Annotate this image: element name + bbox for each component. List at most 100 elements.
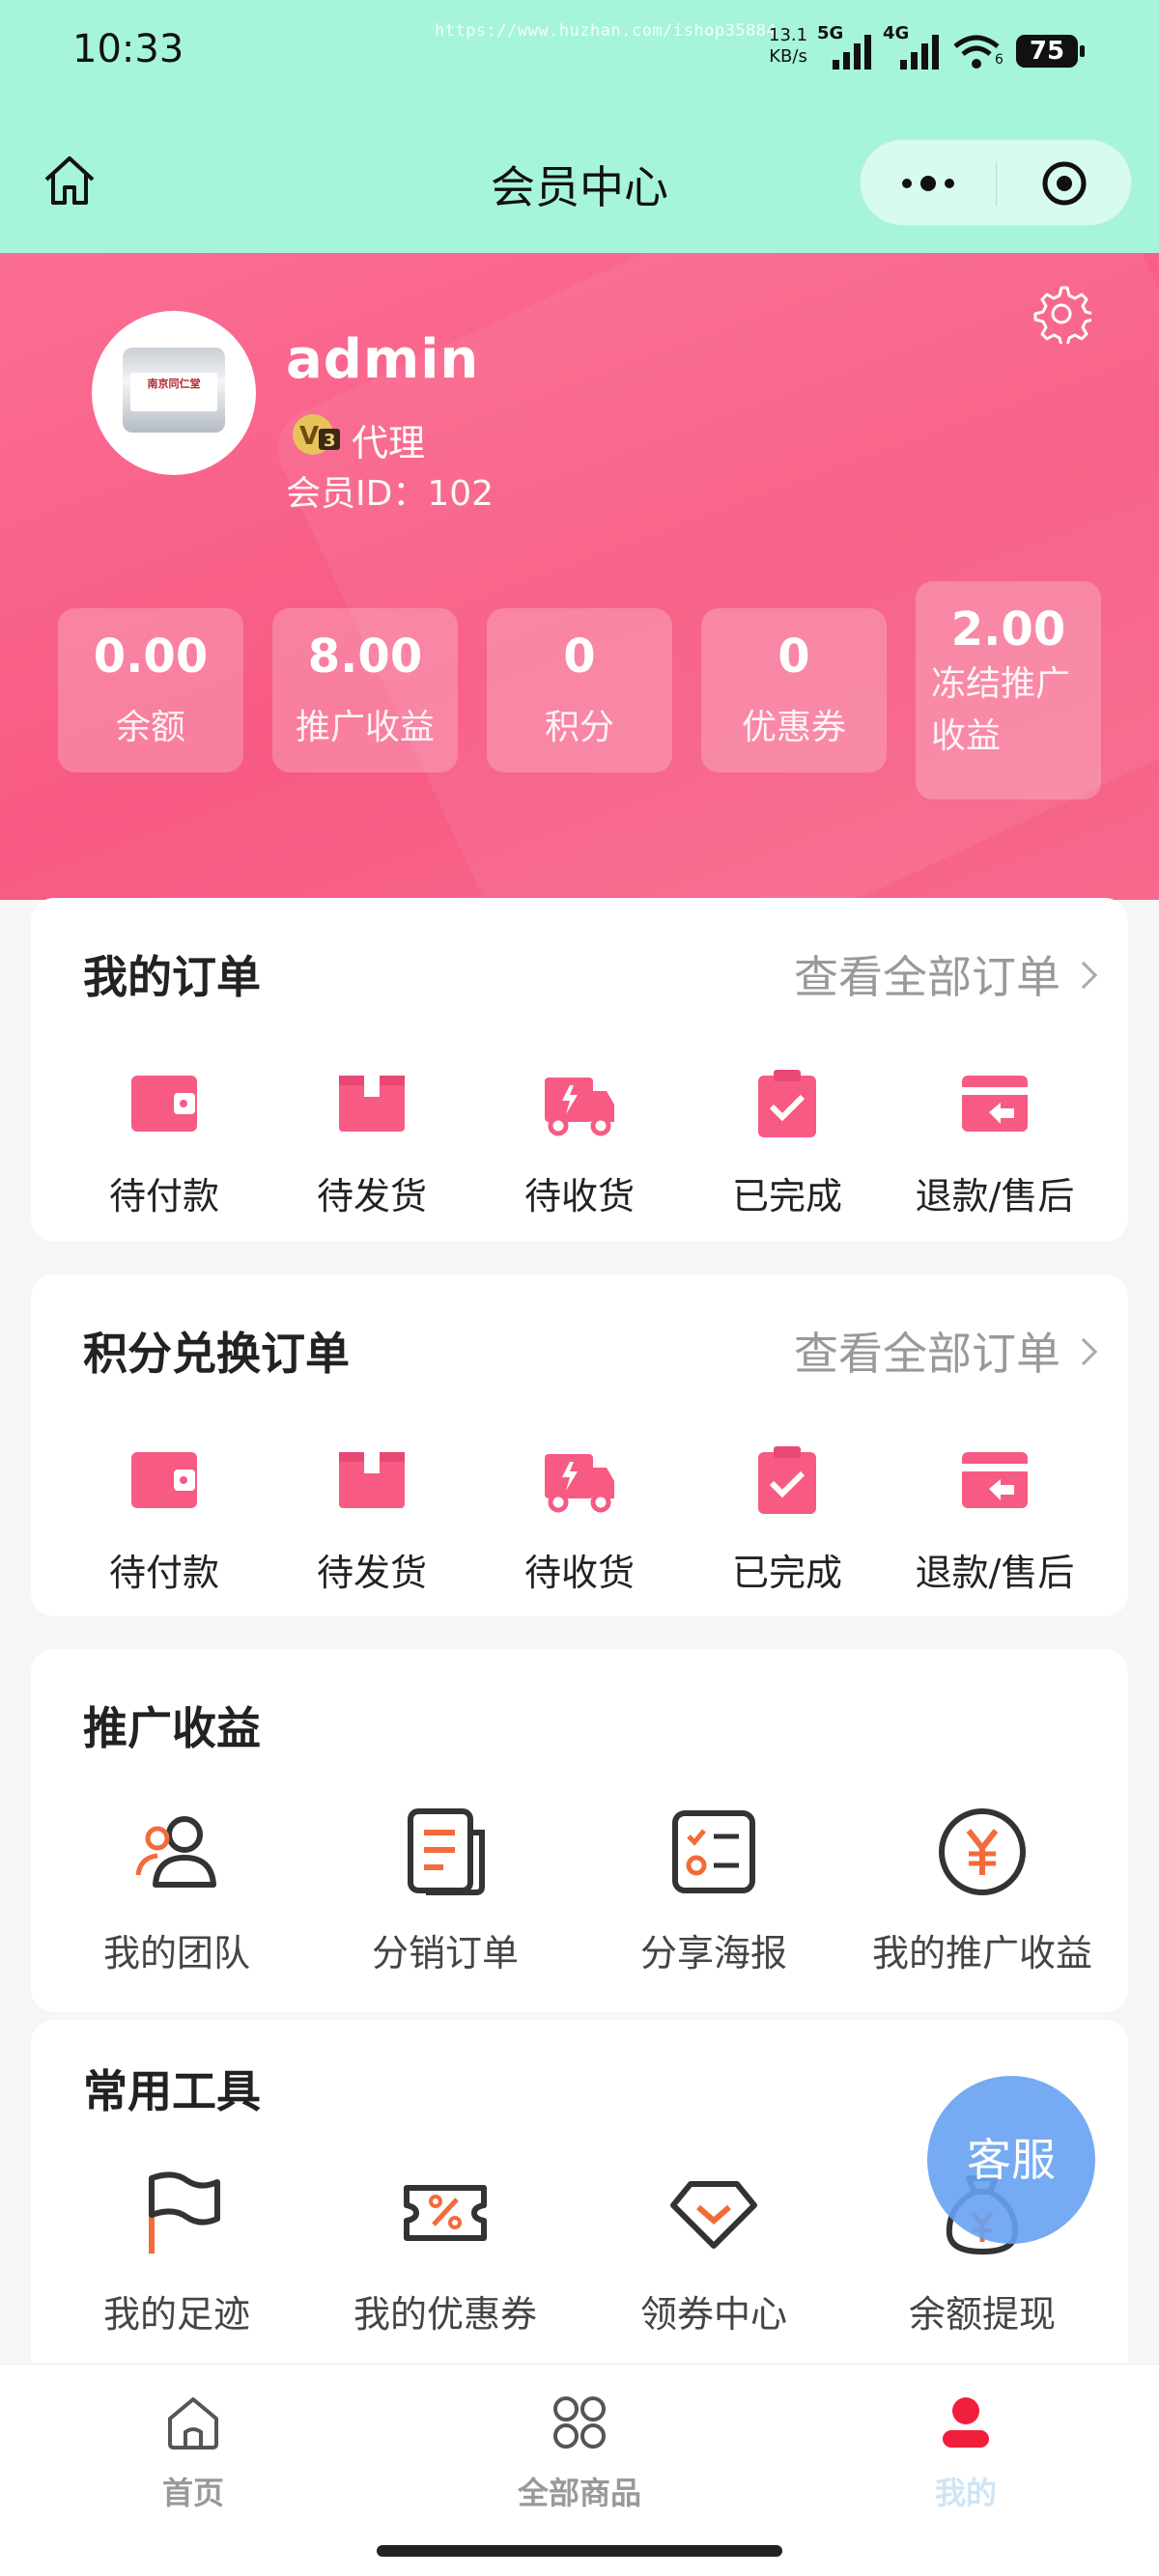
stat-label: 余额 (115, 708, 185, 747)
poster-icon (672, 1810, 755, 1893)
tab-label: 我的 (934, 2475, 997, 2511)
stat-label: 积分 (544, 708, 614, 747)
wifi-icon (953, 35, 1000, 69)
wifi-sub-label: 6 (995, 52, 1004, 68)
tool-my-coupons[interactable]: 我的优惠券 (315, 2165, 576, 2338)
order-status-label: 待发货 (316, 1175, 427, 1218)
wallet-icon (131, 1076, 197, 1132)
promo-distribution-orders[interactable]: 分销订单 (315, 1804, 576, 1976)
tool-coupon-center[interactable]: 领券中心 (583, 2165, 844, 2338)
username: admin (286, 328, 480, 391)
tab-label: 全部商品 (517, 2475, 641, 2511)
card-title: 常用工具 (83, 2065, 261, 2117)
stat-value: 8.00 (307, 630, 423, 684)
tab-mine[interactable]: 我的 (850, 2392, 1082, 2513)
close-miniprogram-icon[interactable] (1040, 159, 1088, 208)
chevron-right-icon (1069, 1337, 1098, 1366)
tab-home[interactable]: 首页 (77, 2392, 309, 2513)
promo-label: 我的推广收益 (871, 1932, 1092, 1974)
status-time: 10:33 (72, 27, 184, 71)
settings-gear-icon[interactable] (1032, 284, 1091, 344)
mini-program-capsule (860, 139, 1132, 226)
flag-icon (149, 2171, 220, 2254)
stat-value: 2.00 (950, 602, 1066, 657)
truck-icon (545, 1078, 614, 1136)
stat-promotion-income[interactable]: 8.00 推广收益 (272, 608, 458, 772)
stat-value: 0 (777, 630, 810, 684)
more-icon[interactable] (897, 169, 959, 198)
grid-icon (553, 2396, 606, 2449)
chevron-right-icon (1069, 961, 1098, 990)
points-order-refund-aftersale[interactable]: 退款/售后 (898, 1444, 1091, 1596)
svg-text:3: 3 (324, 431, 336, 451)
capsule-divider (996, 161, 997, 206)
order-status-label: 待付款 (108, 1552, 219, 1594)
refund-icon (962, 1452, 1028, 1508)
clipboard-check-icon (758, 1446, 816, 1514)
stat-balance[interactable]: 0.00 余额 (58, 608, 243, 772)
my-orders-card: 我的订单 查看全部订单 待付款 待发货 待收货 已完成 退款/售后 (31, 898, 1128, 1242)
avatar[interactable]: 南京同仁堂 (92, 311, 256, 475)
view-all-points-orders-link[interactable]: 查看全部订单 (794, 1319, 1098, 1383)
points-order-pending-receipt[interactable]: 待收货 (483, 1444, 676, 1596)
promo-my-team[interactable]: 我的团队 (46, 1804, 307, 1976)
order-status-label: 已完成 (731, 1175, 842, 1218)
link-label: 查看全部订单 (794, 1328, 1060, 1380)
tool-my-footprint[interactable]: 我的足迹 (46, 2165, 307, 2338)
user-icon (943, 2397, 989, 2448)
refund-icon (962, 1076, 1028, 1132)
truck-icon (545, 1454, 614, 1513)
box-icon (339, 1452, 405, 1508)
stat-frozen-promotion-income[interactable]: 2.00 冻结推广收益 (916, 581, 1101, 799)
promo-my-promotion-income[interactable]: 我的推广收益 (852, 1804, 1113, 1976)
tool-label: 我的优惠券 (353, 2293, 537, 2336)
points-orders-card: 积分兑换订单 查看全部订单 待付款 待发货 待收货 已完成 退款/售后 (31, 1274, 1128, 1616)
coupon-center-icon (670, 2181, 757, 2249)
view-all-orders-link[interactable]: 查看全部订单 (794, 942, 1098, 1006)
card-title: 我的订单 (83, 951, 261, 1003)
order-status-label: 待收货 (523, 1175, 635, 1218)
home-icon (168, 2397, 218, 2450)
stat-coupons[interactable]: 0 优惠券 (701, 608, 887, 772)
network-speed-unit: KB/s (769, 46, 807, 67)
tool-label: 余额提现 (908, 2293, 1056, 2336)
network-speed-value: 13.1 (769, 25, 808, 45)
member-id: 会员ID：102 (286, 474, 495, 514)
wallet-icon (131, 1452, 197, 1508)
url-watermark: https://www.huzhan.com/ishop35884 (435, 21, 777, 41)
nav-bar: 会员中心 (0, 106, 1159, 253)
customer-service-button[interactable]: 客服 (927, 2076, 1095, 2244)
network-speed: 13.1 KB/s (769, 25, 807, 68)
order-status-label: 待发货 (316, 1552, 427, 1594)
stat-points[interactable]: 0 积分 (487, 608, 672, 772)
document-icon (408, 1808, 485, 1895)
order-completed[interactable]: 已完成 (691, 1068, 884, 1219)
order-refund-aftersale[interactable]: 退款/售后 (898, 1068, 1091, 1219)
points-order-completed[interactable]: 已完成 (691, 1444, 884, 1596)
promo-share-poster[interactable]: 分享海报 (583, 1804, 844, 1976)
order-pending-payment[interactable]: 待付款 (68, 1068, 261, 1219)
stat-value: 0.00 (93, 630, 209, 684)
order-pending-shipment[interactable]: 待发货 (275, 1068, 468, 1219)
link-label: 查看全部订单 (794, 951, 1060, 1003)
bottom-tab-bar: 首页 全部商品 我的 (0, 2364, 1159, 2576)
points-order-pending-payment[interactable]: 待付款 (68, 1444, 261, 1596)
tab-all-products[interactable]: 全部商品 (464, 2392, 695, 2513)
tool-label: 我的足迹 (102, 2293, 250, 2336)
battery-indicator: 75 (1016, 35, 1085, 68)
signal-bars-icon (900, 35, 939, 70)
tool-label: 领券中心 (639, 2293, 787, 2336)
card-title: 积分兑换订单 (83, 1328, 350, 1380)
stat-label: 推广收益 (295, 708, 435, 747)
promo-label: 我的团队 (102, 1932, 250, 1974)
member-level: 代理 (352, 422, 426, 464)
stat-label: 冻结推广收益 (931, 664, 1071, 756)
coupon-icon (404, 2185, 487, 2241)
box-icon (339, 1076, 405, 1132)
points-order-pending-shipment[interactable]: 待发货 (275, 1444, 468, 1596)
clipboard-check-icon (758, 1070, 816, 1137)
order-status-label: 待收货 (523, 1552, 635, 1594)
signal-bars-icon (833, 35, 871, 70)
order-status-label: 已完成 (731, 1552, 842, 1594)
order-pending-receipt[interactable]: 待收货 (483, 1068, 676, 1219)
